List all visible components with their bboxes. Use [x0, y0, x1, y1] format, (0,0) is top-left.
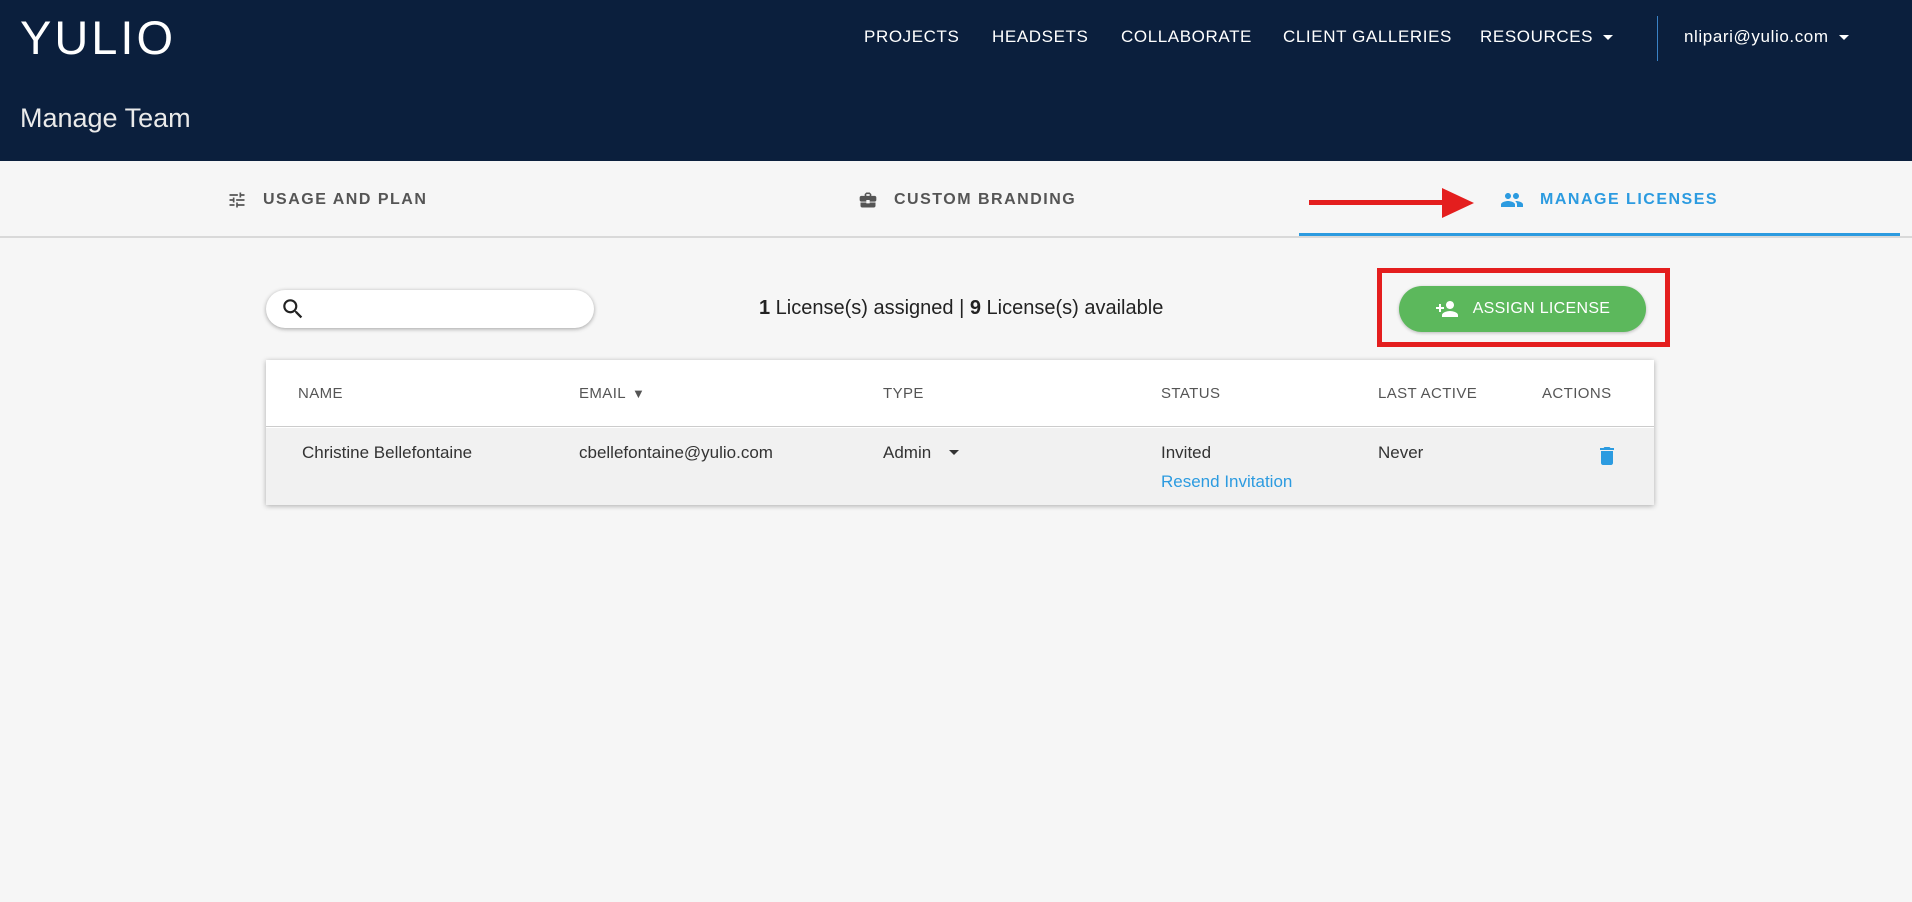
nav-projects[interactable]: PROJECTS [864, 27, 959, 47]
add-person-icon [1435, 301, 1458, 317]
sliders-icon [229, 192, 245, 207]
tab-usage-and-plan[interactable]: USAGE AND PLAN [227, 161, 427, 238]
column-header-email-label: EMAIL [579, 385, 627, 402]
logo[interactable]: YULIO [20, 10, 176, 65]
tab-manage-licenses[interactable]: MANAGE LICENSES [1500, 161, 1718, 238]
chevron-down-icon [949, 450, 960, 455]
nav-client-galleries[interactable]: CLIENT GALLERIES [1283, 27, 1452, 47]
delete-button[interactable] [1595, 443, 1619, 474]
tab-bar: USAGE AND PLAN CUSTOM BRANDING MANAGE LI… [0, 161, 1912, 238]
nav-collaborate[interactable]: COLLABORATE [1121, 27, 1252, 47]
search-box[interactable] [266, 290, 594, 328]
cell-last-active: Never [1378, 443, 1424, 462]
cell-status: Invited Resend Invitation [1161, 443, 1292, 492]
column-header-type[interactable]: TYPE [883, 385, 924, 402]
table-row: Christine Bellefontaine cbellefontaine@y… [266, 428, 1654, 505]
tab-manage-licenses-label: MANAGE LICENSES [1540, 190, 1719, 208]
search-input[interactable] [316, 300, 576, 318]
nav-headsets[interactable]: HEADSETS [992, 27, 1088, 47]
resend-invitation-link[interactable]: Resend Invitation [1161, 472, 1292, 492]
column-header-status[interactable]: STATUS [1161, 385, 1220, 402]
search-icon [283, 299, 303, 319]
trash-icon [1600, 447, 1614, 465]
column-header-last-active[interactable]: LAST ACTIVE [1378, 385, 1477, 402]
tab-custom-branding-label: CUSTOM BRANDING [894, 190, 1077, 208]
user-email: nlipari@yulio.com [1684, 27, 1829, 46]
licenses-table: NAME EMAIL ▼ TYPE STATUS LAST ACTIVE ACTI… [266, 360, 1654, 505]
tab-usage-and-plan-label: USAGE AND PLAN [263, 190, 428, 208]
nav-divider [1657, 16, 1658, 61]
tab-custom-branding[interactable]: CUSTOM BRANDING [858, 161, 1076, 238]
available-text: License(s) available [981, 297, 1164, 319]
assigned-text: License(s) assigned | [770, 297, 970, 319]
assign-license-button[interactable]: ASSIGN LICENSE [1399, 286, 1646, 332]
license-summary: 1 License(s) assigned | 9 License(s) ava… [759, 297, 1163, 320]
chevron-down-icon [1838, 35, 1849, 41]
active-tab-indicator [1299, 233, 1900, 236]
column-header-name[interactable]: NAME [298, 385, 343, 402]
column-header-email[interactable]: EMAIL ▼ [579, 385, 645, 402]
assign-license-label: ASSIGN LICENSE [1472, 300, 1611, 317]
column-header-actions: ACTIONS [1542, 385, 1612, 402]
available-count: 9 [969, 297, 981, 319]
briefcase-icon [859, 192, 877, 207]
type-select[interactable]: Admin [883, 443, 960, 463]
annotation-arrow-shaft [1309, 200, 1444, 205]
nav-resources-label: RESOURCES [1480, 27, 1594, 46]
table-header: NAME EMAIL ▼ TYPE STATUS LAST ACTIVE ACTI… [266, 360, 1654, 427]
assigned-count: 1 [759, 297, 771, 319]
annotation-arrow-head [1442, 188, 1474, 218]
user-menu[interactable]: nlipari@yulio.com [1684, 27, 1849, 47]
sort-down-icon: ▼ [632, 386, 646, 401]
page-title: Manage Team [20, 103, 191, 133]
nav-resources[interactable]: RESOURCES [1480, 27, 1614, 47]
chevron-down-icon [1603, 35, 1614, 41]
type-select-value: Admin [883, 443, 932, 462]
people-icon [1501, 192, 1523, 207]
status-text: Invited [1161, 443, 1212, 462]
cell-name: Christine Bellefontaine [302, 443, 473, 462]
cell-email: cbellefontaine@yulio.com [579, 443, 773, 462]
top-header: YULIO PROJECTS HEADSETS COLLABORATE CLIE… [0, 0, 1912, 161]
